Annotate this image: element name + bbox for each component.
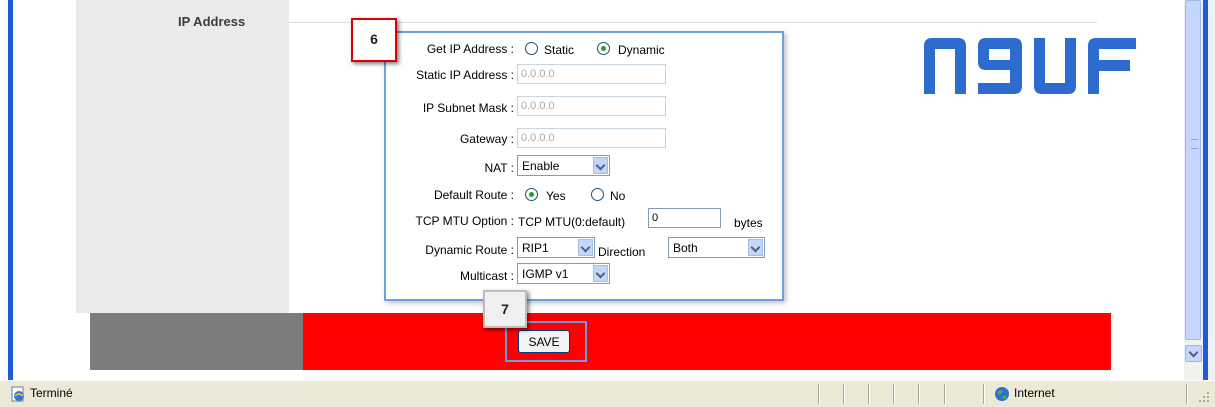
default-route-yes-label: Yes bbox=[546, 189, 566, 203]
get-ip-label: Get IP Address : bbox=[426, 42, 514, 56]
multicast-selected-value: IGMP v1 bbox=[522, 267, 569, 281]
get-ip-dynamic-radio[interactable] bbox=[597, 42, 610, 55]
subnet-mask-input[interactable] bbox=[517, 96, 666, 116]
chevron-down-icon bbox=[748, 239, 763, 256]
gateway-label: Gateway : bbox=[459, 132, 514, 146]
dynamic-route-label: Dynamic Route : bbox=[425, 243, 514, 257]
default-route-yes-radio[interactable] bbox=[525, 188, 538, 201]
multicast-select[interactable]: IGMP v1 bbox=[517, 263, 610, 284]
scrollbar-thumb[interactable] bbox=[1185, 0, 1201, 340]
security-zone-text: Internet bbox=[1014, 386, 1055, 400]
window-left-border bbox=[0, 0, 14, 380]
save-button[interactable]: SAVE bbox=[518, 330, 570, 353]
resize-grip-icon[interactable] bbox=[1196, 389, 1210, 403]
nat-selected-value: Enable bbox=[522, 159, 560, 173]
direction-label: Direction bbox=[598, 245, 646, 259]
page-done-icon bbox=[11, 386, 24, 402]
static-ip-input[interactable] bbox=[517, 64, 666, 84]
get-ip-static-label: Static bbox=[544, 43, 575, 57]
footer-gray-bar bbox=[90, 313, 303, 370]
vertical-scrollbar[interactable] bbox=[1184, 0, 1215, 380]
status-bar: Terminé Internet bbox=[0, 380, 1215, 407]
mtu-unit-text: bytes bbox=[734, 216, 763, 230]
left-column bbox=[76, 0, 289, 313]
chevron-down-icon bbox=[593, 265, 608, 282]
chevron-down-icon bbox=[593, 157, 608, 174]
subnet-mask-label: IP Subnet Mask : bbox=[422, 101, 514, 115]
dynamic-route-selected-value: RIP1 bbox=[522, 241, 549, 255]
direction-select[interactable]: Both bbox=[668, 237, 765, 258]
mtu-option-label: TCP MTU Option : bbox=[415, 214, 514, 228]
n9uf-logo bbox=[924, 38, 1136, 94]
status-text: Terminé bbox=[30, 386, 73, 400]
mtu-input[interactable] bbox=[648, 208, 721, 228]
chevron-down-icon bbox=[578, 239, 593, 256]
mtu-prefix-text: TCP MTU(0:default) bbox=[518, 215, 626, 229]
default-route-label: Default Route : bbox=[433, 188, 514, 202]
nat-select[interactable]: Enable bbox=[517, 155, 610, 176]
gateway-input[interactable] bbox=[517, 128, 666, 148]
get-ip-dynamic-label: Dynamic bbox=[618, 43, 665, 57]
step-7-callout: 7 bbox=[483, 290, 527, 328]
multicast-label: Multicast : bbox=[459, 269, 514, 283]
static-ip-label: Static IP Address : bbox=[416, 68, 514, 82]
default-route-no-radio[interactable] bbox=[591, 188, 604, 201]
internet-globe-icon bbox=[995, 387, 1009, 401]
section-title: IP Address bbox=[178, 14, 246, 29]
default-route-no-label: No bbox=[610, 189, 626, 203]
dynamic-route-select[interactable]: RIP1 bbox=[517, 237, 595, 258]
section-divider bbox=[289, 22, 1097, 23]
scroll-down-arrow-icon[interactable] bbox=[1185, 345, 1202, 362]
direction-selected-value: Both bbox=[673, 241, 698, 255]
step-6-callout: 6 bbox=[351, 18, 397, 62]
get-ip-static-radio[interactable] bbox=[525, 42, 538, 55]
footer-red-bar bbox=[303, 313, 1111, 370]
window-right-border bbox=[1203, 0, 1208, 380]
nat-label: NAT : bbox=[484, 161, 514, 175]
